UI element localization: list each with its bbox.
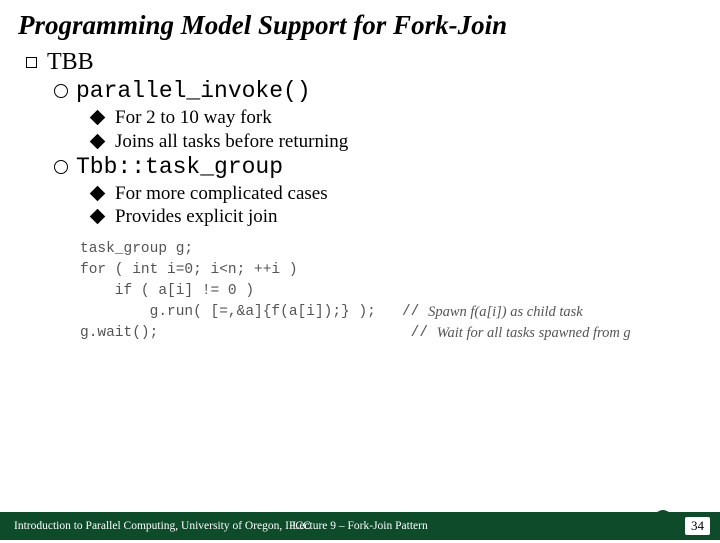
diamond-bullet-icon (90, 209, 106, 225)
slide: Programming Model Support for Fork-Join … (0, 0, 720, 540)
list-label: Provides explicit join (115, 205, 278, 229)
page-title: Programming Model Support for Fork-Join (0, 0, 720, 49)
footer-center: Lecture 9 – Fork-Join Pattern (292, 520, 427, 532)
diamond-bullet-icon (90, 110, 106, 126)
slide-number: 34 (685, 517, 710, 535)
code-line: if ( a[i] != 0 ) (80, 281, 254, 302)
diamond-bullet-icon (90, 185, 106, 201)
list-label: For 2 to 10 way fork (115, 106, 272, 130)
code-comment-slashes: // (158, 323, 436, 344)
list-item-task-group: Tbb::task_group (54, 154, 702, 180)
code-line: task_group g; (80, 239, 193, 260)
code-line: g.run( [=,&a]{f(a[i]);} ); (80, 302, 376, 323)
list-item: Provides explicit join (90, 205, 702, 229)
list-item: For more complicated cases (90, 182, 702, 206)
list-label: TBB (47, 49, 94, 76)
diamond-bullet-icon (90, 133, 106, 149)
code-block: task_group g; for ( int i=0; i<n; ++i ) … (80, 239, 702, 344)
code-line: for ( int i=0; i<n; ++i ) (80, 260, 298, 281)
code-comment: Spawn f(a[i]) as child task (428, 302, 583, 323)
circle-bullet-icon (54, 160, 68, 174)
code-line: g.wait(); (80, 323, 158, 344)
code-comment: Wait for all tasks spawned from g (437, 323, 631, 344)
list-label: parallel_invoke() (76, 78, 311, 104)
square-bullet-icon (26, 57, 37, 68)
list-label: For more complicated cases (115, 182, 328, 206)
footer-left: Introduction to Parallel Computing, Univ… (0, 520, 311, 532)
list-item: For 2 to 10 way fork (90, 106, 702, 130)
list-label: Joins all tasks before returning (115, 130, 348, 154)
list-item-tbb: TBB (26, 49, 702, 76)
footer-bar: Introduction to Parallel Computing, Univ… (0, 512, 720, 540)
list-label: Tbb::task_group (76, 154, 283, 180)
slide-body: TBB parallel_invoke() For 2 to 10 way fo… (0, 49, 720, 540)
circle-bullet-icon (54, 84, 68, 98)
code-comment-slashes: // (376, 302, 428, 323)
list-item: Joins all tasks before returning (90, 130, 702, 154)
list-item-parallel-invoke: parallel_invoke() (54, 78, 702, 104)
